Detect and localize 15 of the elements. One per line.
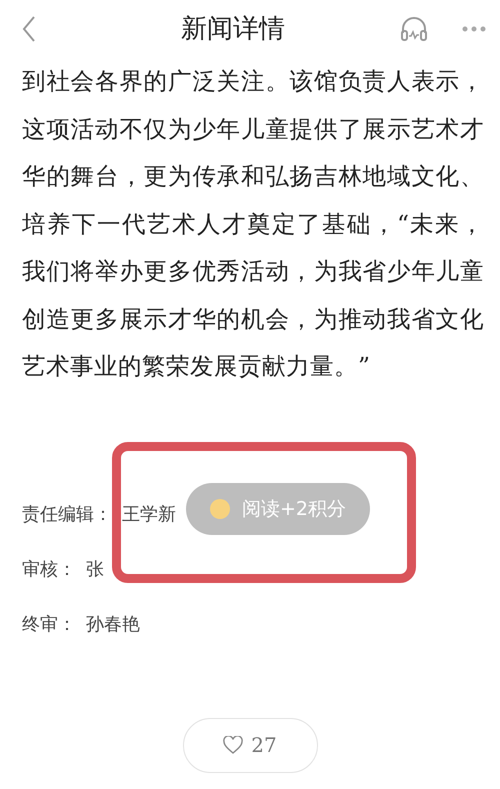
credit-label: 审核： (22, 558, 76, 582)
credit-name: 孙春艳 (86, 612, 140, 636)
toast-message: 阅读+2积分 (186, 483, 370, 535)
headphones-icon[interactable] (400, 16, 428, 42)
credit-label: 终审： (22, 612, 76, 636)
page-title: 新闻详情 (181, 12, 285, 46)
credit-name: 王学新 (122, 502, 176, 526)
back-icon[interactable] (22, 16, 36, 42)
coin-icon (210, 499, 230, 519)
article-paragraph: 到社会各界的广泛关注。该馆负责人表示，这项活动不仅为少年儿童提供了展示艺术才华的舞台，更为传承和弘扬吉林地域文化、培养下一代艺术人才奠定了基础，“未来，我们将举办更多优秀活动，为我省少年儿童创造更多展示才华的机会，为推动我省文化艺术事业的繁荣发展贡献力量。” (22, 66, 484, 382)
credit-label: 责任编辑： (22, 502, 112, 526)
heart-icon (223, 736, 244, 754)
like-button[interactable]: 27 (182, 718, 318, 772)
credit-name: 张 (86, 558, 104, 582)
more-icon[interactable] (462, 26, 486, 32)
